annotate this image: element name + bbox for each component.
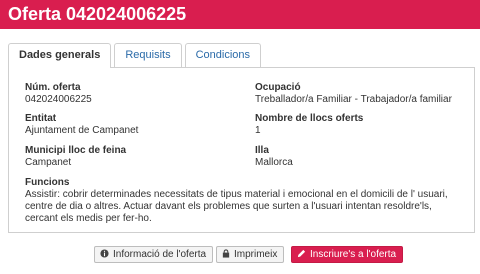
apply-button[interactable]: Inscriure's a l'oferta bbox=[291, 246, 404, 263]
field-value: 042024006225 bbox=[25, 94, 92, 105]
info-oferta-button[interactable]: Informació de l'oferta bbox=[94, 246, 214, 263]
print-button[interactable]: Imprimeix bbox=[216, 246, 285, 263]
tab-requisits[interactable]: Requisits bbox=[114, 43, 182, 67]
tab-panel-dades-generals: Núm. oferta 042024006225 Ocupació Trebal… bbox=[8, 67, 475, 233]
field-label: Municipi lloc de feina bbox=[25, 145, 127, 156]
field-value: Campanet bbox=[25, 157, 72, 168]
field-label: Entitat bbox=[25, 113, 57, 124]
info-circle-icon bbox=[100, 247, 109, 262]
pencil-icon bbox=[297, 247, 306, 262]
info-oferta-label: Informació de l'oferta bbox=[113, 249, 207, 260]
field-label: Ocupació bbox=[255, 82, 301, 93]
tab-dades-generals[interactable]: Dades generals bbox=[8, 43, 112, 68]
field-funcions: Funcions Assistir: cobrir determinades n… bbox=[25, 177, 465, 225]
field-label: Núm. oferta bbox=[25, 82, 81, 93]
field-municipi: Municipi lloc de feina Campanet bbox=[25, 145, 225, 169]
field-nombre-llocs: Nombre de llocs oferts 1 bbox=[255, 113, 470, 137]
field-value: Treballador/a Familiar - Trabajador/a fa… bbox=[255, 94, 452, 105]
field-label: Nombre de llocs oferts bbox=[255, 113, 364, 124]
page-title: Oferta 042024006225 bbox=[0, 0, 480, 29]
apply-label: Inscriure's a l'oferta bbox=[310, 249, 397, 260]
field-value: 1 bbox=[255, 125, 261, 136]
field-label: Illa bbox=[255, 145, 269, 156]
field-illa: Illa Mallorca bbox=[255, 145, 470, 169]
lock-icon bbox=[222, 247, 230, 262]
field-label: Funcions bbox=[25, 177, 70, 188]
field-value: Mallorca bbox=[255, 157, 293, 168]
field-ocupacio: Ocupació Treballador/a Familiar - Trabaj… bbox=[255, 82, 470, 106]
field-num-oferta: Núm. oferta 042024006225 bbox=[25, 82, 225, 106]
print-label: Imprimeix bbox=[234, 249, 278, 260]
field-entitat: Entitat Ajuntament de Campanet bbox=[25, 113, 225, 137]
field-value: Assistir: cobrir determinades necessitat… bbox=[25, 189, 448, 224]
field-value: Ajuntament de Campanet bbox=[25, 125, 139, 136]
tab-condicions[interactable]: Condicions bbox=[184, 43, 261, 67]
action-bar: Informació de l'oferta Imprimeix Inscriu… bbox=[0, 246, 480, 264]
tab-bar: Dades generals Requisits Condicions bbox=[8, 43, 264, 68]
